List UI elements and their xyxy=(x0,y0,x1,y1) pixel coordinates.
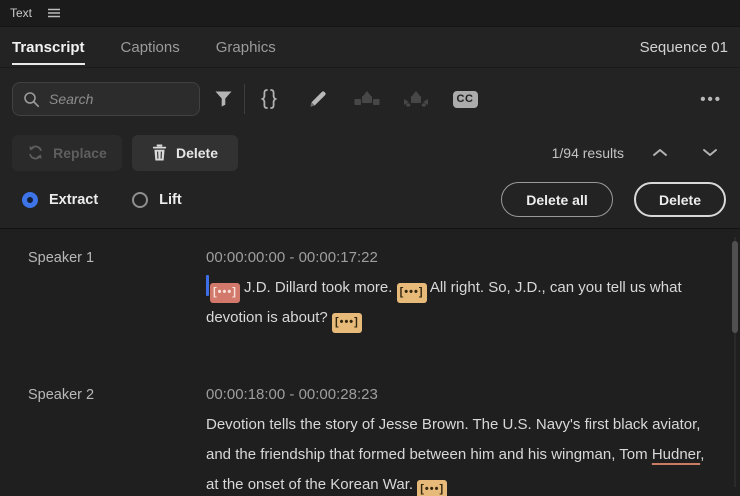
delete-button-label: Delete xyxy=(176,145,218,161)
transcript-toolbar: CC ••• xyxy=(0,68,740,130)
tab-transcript-label: Transcript xyxy=(12,39,85,56)
search-input[interactable] xyxy=(49,91,169,107)
chevron-down-icon xyxy=(702,148,718,157)
replace-button-label: Replace xyxy=(53,145,107,161)
delete-selected-button[interactable]: Delete xyxy=(634,182,726,217)
replace-button[interactable]: Replace xyxy=(12,135,122,171)
toolbar-divider xyxy=(244,84,245,114)
search-box[interactable] xyxy=(12,82,200,116)
panel-header: Text xyxy=(0,0,740,27)
panel-title: Text xyxy=(10,6,32,20)
more-options-icon: ••• xyxy=(700,91,722,108)
delete-all-button[interactable]: Delete all xyxy=(501,182,613,217)
radio-extract-label: Extract xyxy=(49,192,98,208)
ellipsis-pause-badge[interactable]: [•••] xyxy=(417,480,447,496)
caption-segment-merge-icon xyxy=(403,91,429,108)
transcript-text: J.D. Dillard took more. xyxy=(240,279,397,296)
tab-transcript[interactable]: Transcript xyxy=(12,27,85,68)
transcript-list: Speaker 100:00:00:00 - 00:00:17:22[•••] … xyxy=(0,228,740,496)
speaker-label[interactable]: Speaker 2 xyxy=(16,380,206,496)
ellipsis-pause-badge[interactable]: [•••] xyxy=(332,313,362,333)
segment-text[interactable]: Devotion tells the story of Jesse Brown.… xyxy=(206,410,714,496)
pause-braces-icon xyxy=(259,88,279,110)
search-icon xyxy=(23,91,40,108)
next-result-button[interactable] xyxy=(696,139,724,167)
previous-result-button[interactable] xyxy=(646,139,674,167)
edit-mode-row: Extract Lift Delete all Delete xyxy=(0,175,740,228)
filter-icon xyxy=(214,90,233,108)
speaker-label[interactable]: Speaker 1 xyxy=(16,243,206,333)
radio-lift-icon[interactable] xyxy=(132,192,148,208)
segment-timecode: 00:00:18:00 - 00:00:28:23 xyxy=(206,380,714,410)
scrollbar-thumb[interactable] xyxy=(732,241,738,333)
search-action-row: Replace Delete 1/94 results xyxy=(0,130,740,175)
tab-captions[interactable]: Captions xyxy=(121,27,180,68)
create-caption-segment-button[interactable] xyxy=(352,84,382,114)
toolbar-icon-group: CC xyxy=(254,84,480,114)
delete-result-button[interactable]: Delete xyxy=(132,135,238,171)
segment-timecode: 00:00:00:00 - 00:00:17:22 xyxy=(206,243,714,273)
tab-graphics[interactable]: Graphics xyxy=(216,27,276,68)
sequence-name: Sequence 01 xyxy=(640,39,728,56)
text-cursor xyxy=(206,275,209,296)
ellipsis-pause-badge[interactable]: [•••] xyxy=(397,283,427,303)
transcript-row[interactable]: Speaker 100:00:00:00 - 00:00:17:22[•••] … xyxy=(0,243,740,333)
chevron-up-icon xyxy=(652,148,668,157)
flagged-word: Hudner xyxy=(652,446,700,463)
more-options-button[interactable]: ••• xyxy=(700,91,728,108)
tab-bar: Transcript Captions Graphics Sequence 01 xyxy=(0,27,740,68)
segment-body: 00:00:18:00 - 00:00:28:23 Devotion tells … xyxy=(206,380,714,496)
radio-lift[interactable]: Lift xyxy=(132,192,182,208)
transcript-text: Devotion tells the story of Jesse Brown.… xyxy=(206,416,700,463)
create-captions-button[interactable]: CC xyxy=(450,84,480,114)
panel-menu-icon[interactable] xyxy=(48,8,61,18)
show-pauses-button[interactable] xyxy=(254,84,284,114)
radio-lift-label: Lift xyxy=(159,192,182,208)
radio-extract[interactable]: Extract xyxy=(22,192,98,208)
merge-caption-segment-button[interactable] xyxy=(401,84,431,114)
trash-icon xyxy=(152,144,167,161)
edit-transcript-button[interactable] xyxy=(303,84,333,114)
segment-text[interactable]: [•••] J.D. Dillard took more. [•••] All … xyxy=(206,273,714,333)
edit-pencil-icon xyxy=(308,89,328,109)
segment-body: 00:00:00:00 - 00:00:17:22[•••] J.D. Dill… xyxy=(206,243,714,333)
results-count: 1/94 results xyxy=(552,145,624,161)
closed-captions-icon: CC xyxy=(453,91,478,108)
ellipsis-pause-badge[interactable]: [•••] xyxy=(210,283,240,303)
text-panel: Text Transcript Captions Graphics Sequen… xyxy=(0,0,740,496)
tab-graphics-label: Graphics xyxy=(216,39,276,56)
radio-extract-icon[interactable] xyxy=(22,192,38,208)
transcript-row[interactable]: Speaker 200:00:18:00 - 00:00:28:23 Devoti… xyxy=(0,380,740,496)
tab-captions-label: Captions xyxy=(121,39,180,56)
filter-button[interactable] xyxy=(208,84,238,114)
caption-segment-icon xyxy=(354,91,380,108)
replace-refresh-icon xyxy=(27,144,44,161)
